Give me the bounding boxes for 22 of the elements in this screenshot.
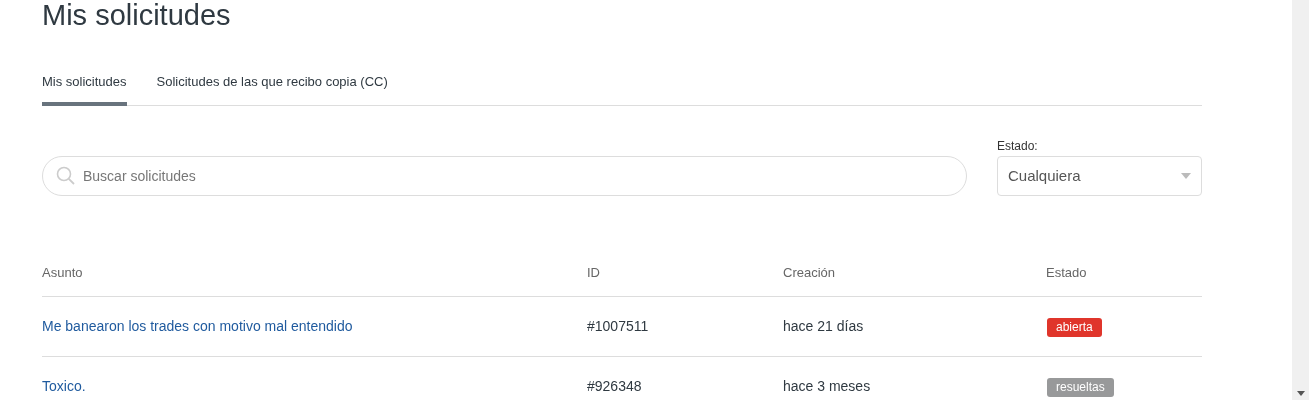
- table-cell: #926348: [587, 378, 642, 394]
- column-header: ID: [587, 264, 601, 283]
- column-header: Asunto: [42, 264, 84, 283]
- caret-icon: [1181, 173, 1191, 179]
- request-link[interactable]: Me banearon los trades con motivo mal entendido: [42, 318, 353, 334]
- page-title: Mis solicitudes: [42, 0, 231, 31]
- scroll-down-icon[interactable]: [1296, 391, 1305, 396]
- request-link[interactable]: Toxico.: [42, 378, 86, 394]
- tab[interactable]: Mis solicitudes: [42, 72, 127, 106]
- tab[interactable]: Solicitudes de las que recibo copia (CC): [156, 72, 388, 106]
- status-badge: abierta: [1047, 318, 1102, 337]
- status-badge: resueltas: [1047, 378, 1114, 397]
- filter-label: Estado:: [997, 138, 1039, 154]
- status-dropdown[interactable]: Cualquiera: [997, 156, 1202, 196]
- table-cell: hace 21 días: [783, 318, 864, 334]
- table-cell: hace 3 meses: [783, 378, 871, 394]
- table-cell: #1007511: [587, 318, 649, 334]
- scrollbar[interactable]: [1292, 0, 1309, 400]
- column-header: Creación: [783, 264, 837, 283]
- column-header: Estado: [1046, 264, 1088, 283]
- search-field[interactable]: Buscar solicitudes: [42, 156, 967, 196]
- search-icon: [56, 166, 76, 186]
